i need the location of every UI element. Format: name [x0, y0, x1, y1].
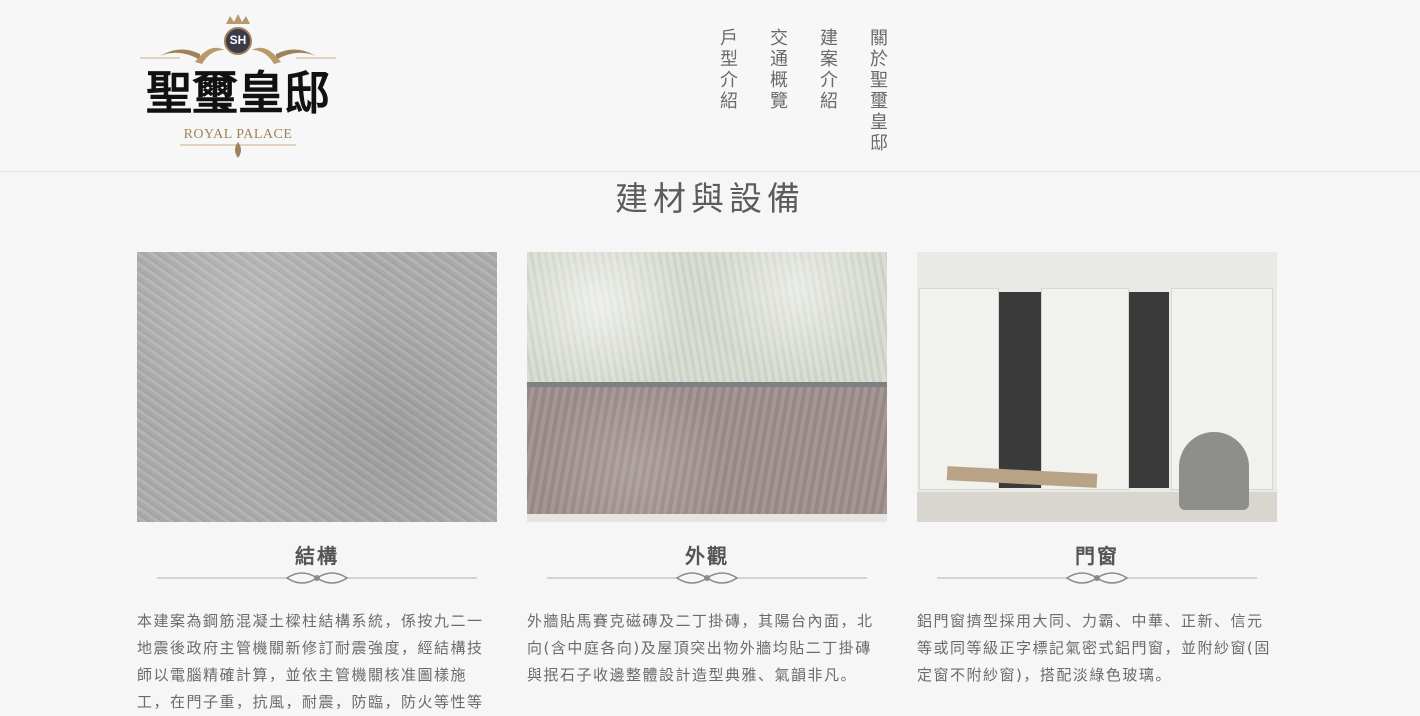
site-logo[interactable]: SH 聖璽皇邸 ROYAL PALACE [140, 14, 336, 162]
logo-monogram: SH [229, 33, 247, 47]
card-text: 外牆貼馬賽克磁磚及二丁掛磚，其陽台內面，北向(含中庭各向)及屋頂突出物外牆均貼二… [527, 612, 874, 684]
card-windows: 門窗 鋁門窗擠型採用大同、力霸、中華、正新、信元等或同等級正字標記氣密式鋁門窗，… [917, 252, 1277, 684]
nav-item-about[interactable]: 關於聖璽皇邸 [867, 28, 888, 154]
structure-image [137, 252, 497, 522]
exterior-image [527, 252, 887, 522]
card-title: 結構 [295, 544, 339, 568]
nav-item-transport[interactable]: 交通概覽 [767, 28, 788, 154]
section-title: 建材與設備 [615, 179, 805, 218]
ornament-divider-icon [547, 572, 867, 584]
windows-image [917, 252, 1277, 522]
nav-item-project[interactable]: 建案介紹 [817, 28, 838, 154]
main-nav: 戶型介紹 交通概覽 建案介紹 關於聖璽皇邸 [717, 28, 1138, 154]
site-header: SH 聖璽皇邸 ROYAL PALACE 戶型介紹 交通概覽 建案介紹 關於聖璽… [0, 0, 1420, 172]
card-title: 門窗 [1075, 544, 1119, 568]
logo-flourish-icon [180, 142, 296, 158]
card-text: 鋁門窗擠型採用大同、力霸、中華、正新、信元等或同等級正字標記氣密式鋁門窗，並附紗… [917, 612, 1271, 684]
card-title: 外觀 [685, 544, 729, 568]
nav-item-floor-plans[interactable]: 戶型介紹 [717, 28, 738, 154]
card-exterior: 外觀 外牆貼馬賽克磁磚及二丁掛磚，其陽台內面，北向(含中庭各向)及屋頂突出物外牆… [527, 252, 887, 684]
ornament-divider-icon [937, 572, 1257, 584]
card-text: 本建案為鋼筋混凝土樑柱結構系統，係按九二一地震後政府主管機關新修訂耐震強度，經結… [137, 612, 484, 711]
logo-name-cn: 聖璽皇邸 [146, 66, 330, 120]
ornament-divider-icon [157, 572, 477, 584]
card-structure: 結構 本建案為鋼筋混凝土樑柱結構系統，係按九二一地震後政府主管機關新修訂耐震強度… [137, 252, 497, 711]
